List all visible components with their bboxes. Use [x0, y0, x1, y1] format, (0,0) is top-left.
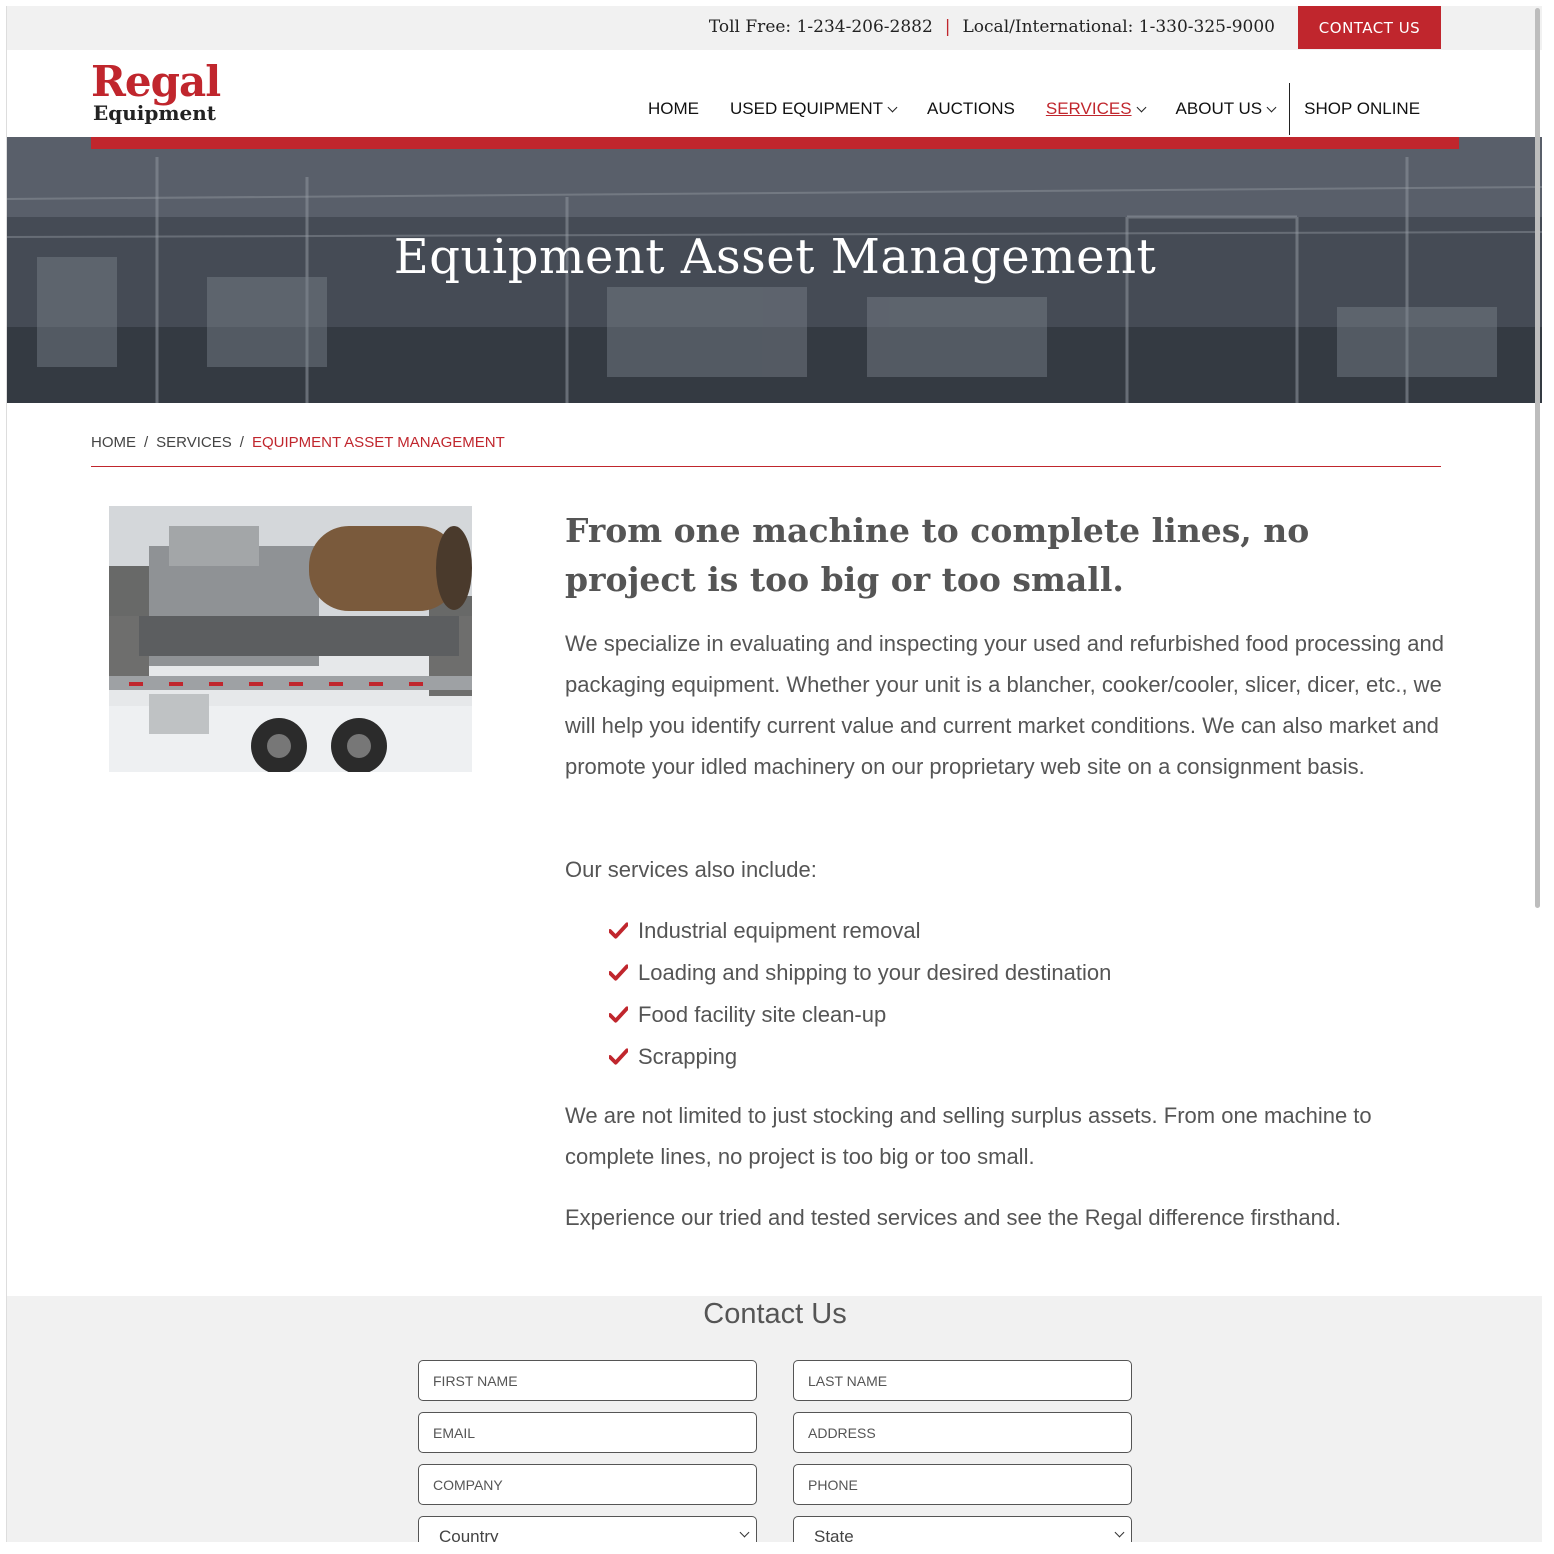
breadcrumb: HOME / SERVICES / EQUIPMENT ASSET MANAGEMENT: [91, 434, 505, 451]
page-scrollbar[interactable]: [1535, 8, 1540, 908]
checkmark-icon: [609, 1006, 628, 1023]
toll-free-number[interactable]: Toll Free: 1-234-206-2882: [709, 17, 933, 37]
breadcrumb-divider: [91, 466, 1441, 467]
state-select-value: State: [814, 1527, 854, 1542]
nav-label: SHOP ONLINE: [1304, 99, 1421, 118]
list-item: Industrial equipment removal: [609, 910, 1111, 952]
logo-text-regal: Regal: [91, 57, 221, 106]
company-field[interactable]: [418, 1464, 757, 1505]
intro-paragraph: We specialize in evaluating and inspecti…: [565, 631, 1444, 779]
chevron-down-icon: [1136, 102, 1146, 112]
phone-separator: |: [944, 17, 951, 37]
nav-item-services[interactable]: SERVICES: [1045, 99, 1146, 119]
nav-item-auctions[interactable]: AUCTIONS: [927, 99, 1015, 119]
nav-item-used-equipment[interactable]: USED EQUIPMENT: [730, 99, 898, 119]
service-label: Food facility site clean-up: [638, 1002, 887, 1027]
breadcrumb-separator: /: [144, 434, 149, 451]
breadcrumb-current: EQUIPMENT ASSET MANAGEMENT: [251, 434, 505, 451]
nav-item-shop-online[interactable]: SHOP ONLINE: [1304, 99, 1420, 119]
service-label: Scrapping: [638, 1044, 738, 1069]
logo-text-equipment: Equipment: [93, 101, 217, 125]
checkmark-icon: [609, 1048, 628, 1065]
contact-us-button[interactable]: CONTACT US: [1298, 6, 1441, 49]
address-field[interactable]: [793, 1412, 1132, 1453]
nav-item-about-us[interactable]: ABOUT US: [1175, 99, 1277, 119]
service-label: Loading and shipping to your desired des…: [638, 960, 1112, 985]
browser-viewport: Toll Free: 1-234-206-2882 | Local/Internat…: [6, 6, 1542, 1542]
nav-label: USED EQUIPMENT: [730, 99, 884, 118]
first-name-field[interactable]: [418, 1360, 757, 1401]
list-item: Food facility site clean-up: [609, 994, 1111, 1036]
phone-field[interactable]: [793, 1464, 1132, 1505]
hero-banner: Equipment Asset Management: [7, 137, 1542, 403]
service-label: Industrial equipment removal: [638, 918, 921, 943]
chevron-down-icon: [1266, 102, 1277, 112]
contact-section: Contact Us Country State: [7, 1296, 1542, 1542]
chevron-down-icon: [1114, 1527, 1125, 1538]
content-heading: From one machine to complete lines, no p…: [565, 511, 1310, 599]
cta-paragraph: Experience our tried and tested services…: [565, 1205, 1342, 1230]
nav-item-home[interactable]: HOME: [648, 99, 699, 119]
nav-label: HOME: [648, 99, 699, 118]
nav-label: SERVICES: [1045, 99, 1132, 118]
chevron-down-icon: [887, 102, 898, 112]
nav-label: AUCTIONS: [927, 99, 1015, 118]
country-select[interactable]: Country: [418, 1516, 757, 1542]
checkmark-icon: [609, 922, 628, 939]
email-field[interactable]: [418, 1412, 757, 1453]
list-item: Loading and shipping to your desired des…: [609, 952, 1111, 994]
services-list: Industrial equipment removal Loading and…: [609, 910, 1111, 1078]
breadcrumb-services[interactable]: SERVICES: [156, 434, 232, 451]
site-header: Regal Equipment HOME USED EQUIPMENT AUCT…: [7, 50, 1542, 137]
breadcrumb-home[interactable]: HOME: [91, 434, 136, 451]
nav-label: ABOUT US: [1175, 99, 1263, 118]
regal-equipment-logo[interactable]: Regal Equipment: [91, 57, 231, 126]
main-nav: HOME USED EQUIPMENT AUCTIONS SERVICES AB…: [648, 83, 1451, 135]
list-item: Scrapping: [609, 1036, 1111, 1078]
top-bar: Toll Free: 1-234-206-2882 | Local/Internat…: [7, 6, 1542, 50]
closing-paragraph: We are not limited to just stocking and …: [565, 1103, 1372, 1169]
truck-illustration: [109, 506, 472, 772]
state-select[interactable]: State: [793, 1516, 1132, 1542]
breadcrumb-separator: /: [239, 434, 244, 451]
checkmark-icon: [609, 964, 628, 981]
last-name-field[interactable]: [793, 1360, 1132, 1401]
page-title: Equipment Asset Management: [393, 229, 1157, 285]
equipment-truck-photo: [109, 506, 472, 772]
local-number[interactable]: Local/International: 1-330-325-9000: [963, 17, 1275, 37]
contact-title: Contact Us: [703, 1298, 847, 1330]
phone-numbers: Toll Free: 1-234-206-2882 | Local/Internat…: [709, 17, 1275, 37]
services-intro: Our services also include:: [565, 857, 817, 882]
chevron-down-icon: [739, 1527, 750, 1538]
hero-accent-bar: [91, 137, 1459, 149]
country-select-value: Country: [439, 1527, 499, 1542]
nav-divider: [1289, 83, 1291, 135]
